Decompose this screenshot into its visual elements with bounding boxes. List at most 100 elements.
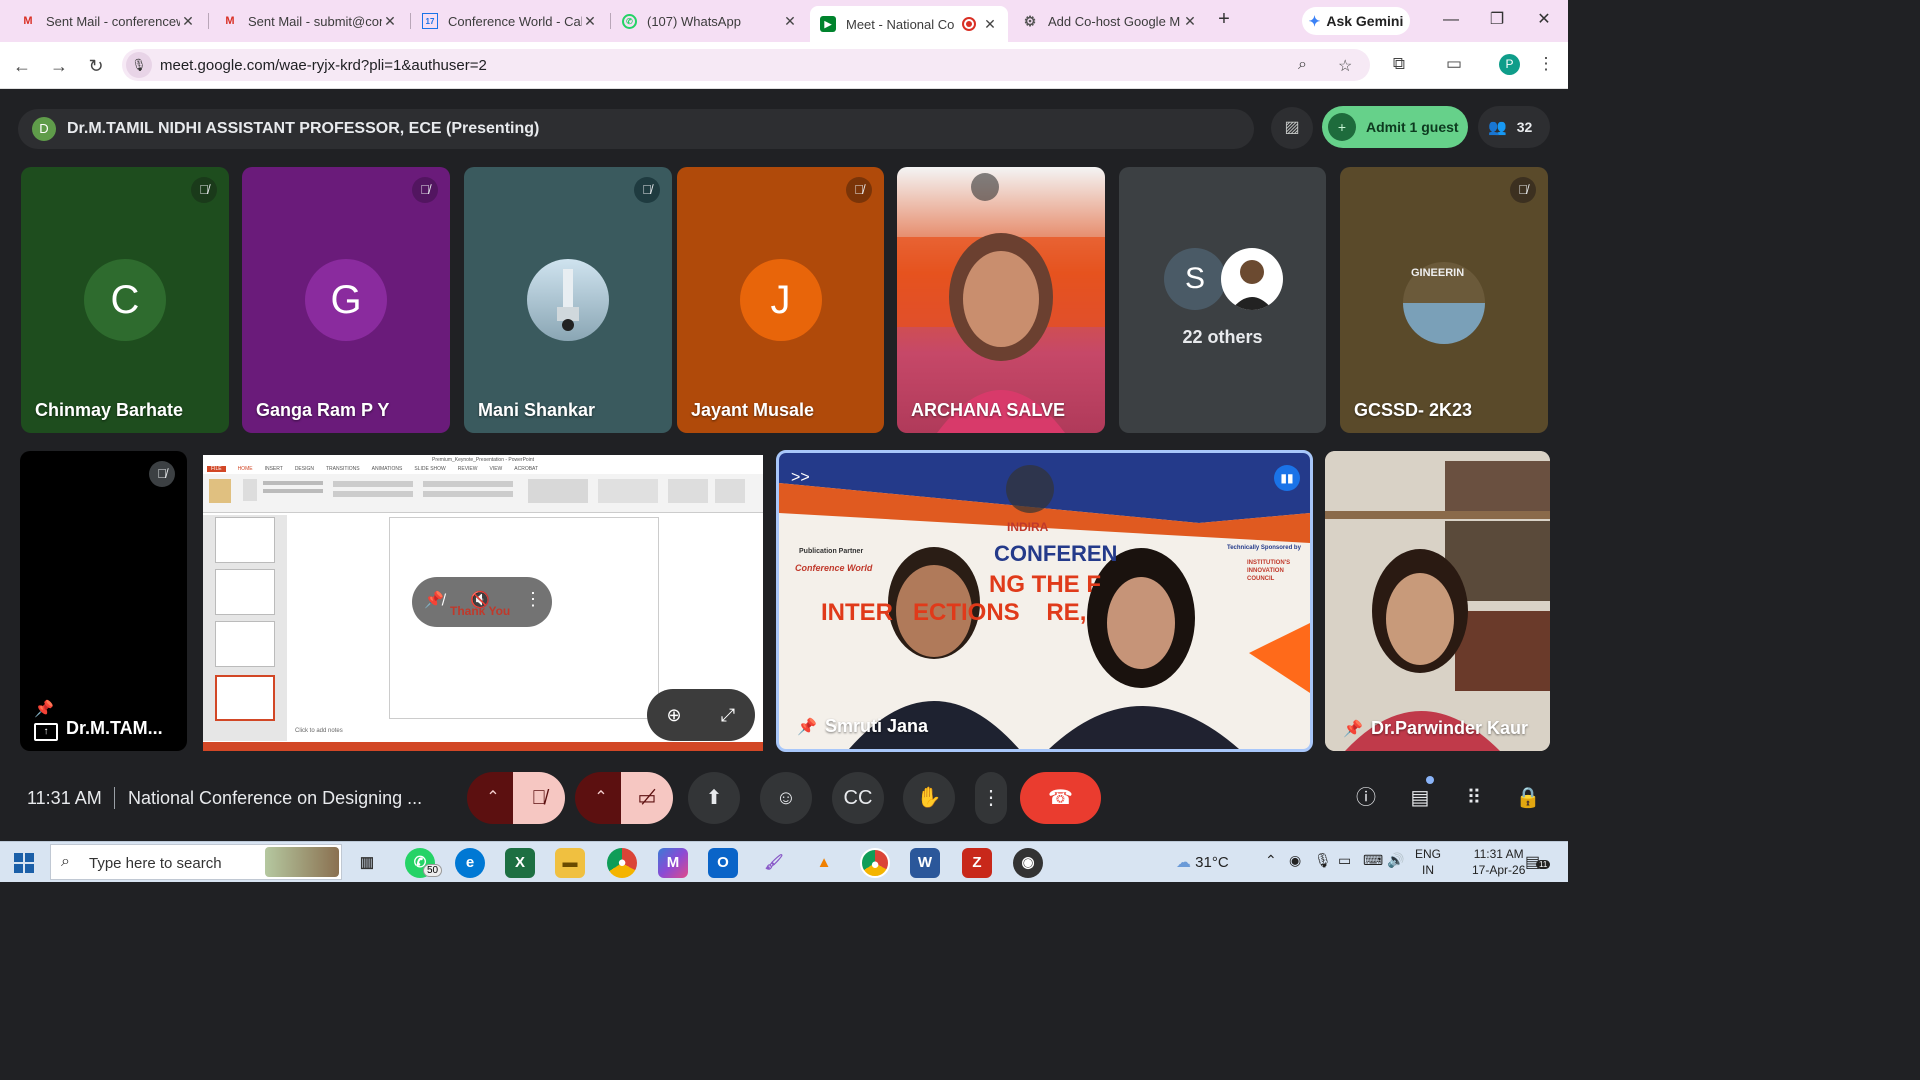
participant-tile[interactable]: 🎙̸ Mani Shankar bbox=[464, 167, 672, 433]
unpin-icon[interactable]: 📌̸ bbox=[424, 590, 444, 610]
audio-settings-button[interactable]: ⌃ bbox=[467, 772, 519, 824]
profile-avatar[interactable]: P bbox=[1499, 54, 1520, 75]
ask-gemini-button[interactable]: ✦ Ask Gemini bbox=[1302, 7, 1410, 35]
leave-call-button[interactable]: ☎ bbox=[1020, 772, 1101, 824]
taskbar-search[interactable]: ⌕ Type here to search bbox=[50, 844, 342, 880]
microphone-icon[interactable]: 🎙 bbox=[1314, 852, 1332, 869]
ribbon-tools bbox=[209, 479, 745, 503]
close-icon[interactable]: ✕ bbox=[180, 13, 196, 30]
language-indicator[interactable]: ENG IN bbox=[1415, 846, 1441, 878]
admit-guest-button[interactable]: + Admit 1 guest bbox=[1322, 106, 1468, 148]
participant-video-tile[interactable]: 📌 Dr.Parwinder Kaur bbox=[1325, 451, 1550, 751]
present-screen-button[interactable]: ⬆ bbox=[688, 772, 740, 824]
menu-icon[interactable]: ⋮ bbox=[1534, 54, 1558, 74]
more-options-button[interactable]: ⋮ bbox=[975, 772, 1007, 824]
tab-sent-mail-1[interactable]: M Sent Mail - conferencew ✕ bbox=[10, 6, 206, 36]
chat-icon[interactable]: ▤ bbox=[1405, 783, 1435, 813]
task-view-icon[interactable]: ▥ bbox=[352, 848, 382, 878]
fullscreen-icon[interactable]: ⤢ bbox=[714, 701, 742, 729]
tab-meet-active[interactable]: ▶ Meet - National Co ✕ bbox=[810, 6, 1008, 42]
participant-tile[interactable]: 🎙̸ GINEERIN GCSSD- 2K23 bbox=[1340, 167, 1548, 433]
site-info-icon[interactable]: 🎙 bbox=[126, 52, 152, 78]
volume-icon[interactable]: 🔊 bbox=[1387, 852, 1404, 869]
mute-audio-icon[interactable]: 🔇 bbox=[470, 590, 490, 610]
pin-icon[interactable]: 📌 bbox=[34, 699, 54, 719]
participant-tile[interactable]: 🎙̸ C Chinmay Barhate bbox=[21, 167, 229, 433]
hide-presentation-icon[interactable]: ▨ bbox=[1271, 107, 1313, 149]
cast-icon[interactable]: ▭ bbox=[1442, 54, 1466, 74]
chevron-up-icon[interactable]: ⌃ bbox=[1265, 852, 1277, 869]
close-icon[interactable]: ✕ bbox=[382, 13, 398, 30]
restore-button[interactable]: ❐ bbox=[1484, 8, 1510, 32]
close-icon[interactable]: ✕ bbox=[582, 13, 598, 30]
active-speaker-tile[interactable]: INDIRA CONFEREN NG THE F INTER ECTIONS R… bbox=[776, 450, 1313, 752]
participant-tile[interactable]: 🎙̸ J Jayant Musale bbox=[677, 167, 884, 433]
zoom-icon[interactable]: ⌕ bbox=[1298, 56, 1307, 74]
network-icon[interactable]: ⌨ bbox=[1363, 852, 1383, 869]
system-clock[interactable]: 11:31 AM 17-Apr-26 bbox=[1472, 846, 1525, 878]
expand-chevrons-icon[interactable]: >> bbox=[791, 469, 810, 487]
others-tile[interactable]: S 22 others bbox=[1119, 167, 1326, 433]
slide-thumbnail[interactable] bbox=[215, 569, 275, 615]
slide-thumbnails bbox=[203, 515, 287, 741]
pin-icon[interactable]: 📌 bbox=[1343, 719, 1363, 739]
vlc-icon[interactable]: ▲ bbox=[809, 848, 839, 878]
excel-icon[interactable]: X bbox=[505, 848, 535, 878]
presenter-tile[interactable]: 🎙̸ 📌 ↑ Dr.M.TAM... bbox=[20, 451, 187, 751]
tab-whatsapp[interactable]: ✆ (107) WhatsApp ✕ bbox=[612, 6, 808, 36]
avatar: G bbox=[305, 259, 387, 341]
close-icon[interactable]: ✕ bbox=[782, 13, 798, 30]
paint-icon[interactable]: 🖌 bbox=[759, 848, 789, 878]
participant-tile[interactable]: 🎙̸ G Ganga Ram P Y bbox=[242, 167, 450, 433]
slide-thumbnail[interactable] bbox=[215, 621, 275, 667]
chrome-profile-icon[interactable]: ● bbox=[860, 848, 890, 878]
windows-start-icon[interactable] bbox=[14, 853, 34, 873]
url-text[interactable]: meet.google.com/wae-ryjx-krd?pli=1&authu… bbox=[160, 57, 487, 74]
bookmark-star-icon[interactable]: ☆ bbox=[1338, 56, 1352, 76]
file-explorer-icon[interactable]: ▬ bbox=[555, 848, 585, 878]
pin-icon[interactable]: 📌 bbox=[797, 717, 817, 737]
battery-icon[interactable]: ▭ bbox=[1338, 852, 1351, 869]
more-options-icon[interactable]: ⋮ bbox=[524, 589, 542, 610]
reload-button[interactable]: ↻ bbox=[82, 52, 110, 80]
word-icon[interactable]: W bbox=[910, 848, 940, 878]
meeting-info-icon[interactable]: ⓘ bbox=[1351, 783, 1381, 813]
weather-widget[interactable]: ☁ 31°C bbox=[1176, 853, 1229, 871]
gmail-icon: M bbox=[225, 15, 235, 27]
presenter-banner[interactable]: D Dr.M.TAMIL NIDHI ASSISTANT PROFESSOR, … bbox=[18, 109, 1254, 149]
close-icon[interactable]: ✕ bbox=[1182, 13, 1198, 30]
slide-thumbnail[interactable] bbox=[215, 517, 275, 563]
mic-off-button[interactable]: 🎙̸ bbox=[513, 772, 565, 824]
emoji-reaction-button[interactable]: ☺ bbox=[760, 772, 812, 824]
edge-icon[interactable]: e bbox=[455, 848, 485, 878]
recorder-icon[interactable]: ◉ bbox=[1013, 848, 1043, 878]
new-tab-button[interactable]: + bbox=[1211, 7, 1237, 31]
tab-sent-mail-2[interactable]: M Sent Mail - submit@con ✕ bbox=[212, 6, 408, 36]
slide-thumbnail-selected[interactable] bbox=[215, 675, 275, 721]
m365-icon[interactable]: M bbox=[658, 848, 688, 878]
tab-add-cohost[interactable]: ⚙ Add Co-host Google M ✕ bbox=[1012, 6, 1208, 36]
outlook-icon[interactable]: O bbox=[708, 848, 738, 878]
back-button[interactable]: ← bbox=[8, 52, 36, 80]
host-controls-icon[interactable]: 🔒 bbox=[1513, 783, 1543, 813]
close-icon[interactable]: ✕ bbox=[982, 16, 998, 33]
filezilla-icon[interactable]: Z bbox=[962, 848, 992, 878]
minimize-button[interactable]: — bbox=[1438, 8, 1464, 32]
video-settings-button[interactable]: ⌃ bbox=[575, 772, 627, 824]
forward-button[interactable]: → bbox=[45, 52, 73, 80]
activities-icon[interactable]: ⠿ bbox=[1459, 783, 1489, 813]
close-window-button[interactable]: ✕ bbox=[1531, 8, 1557, 32]
record-icon[interactable]: ◉ bbox=[1289, 852, 1301, 869]
notifications-icon[interactable]: ▤ 11 bbox=[1525, 852, 1551, 872]
participants-button[interactable]: 👥 32 bbox=[1478, 106, 1550, 148]
zoom-in-icon[interactable]: ⊕ bbox=[660, 701, 688, 729]
chrome-icon[interactable]: ● bbox=[607, 848, 637, 878]
tab-calendar[interactable]: 17 Conference World - Cal ✕ bbox=[412, 6, 608, 36]
raise-hand-button[interactable]: ✋ bbox=[903, 772, 955, 824]
camera-off-button[interactable]: ▭̸ bbox=[621, 772, 673, 824]
omnibox[interactable]: 🎙 meet.google.com/wae-ryjx-krd?pli=1&aut… bbox=[122, 49, 1370, 81]
tab-label: (107) WhatsApp bbox=[647, 13, 741, 29]
extensions-icon[interactable]: ⧉ bbox=[1387, 54, 1411, 74]
participant-video-tile[interactable]: ARCHANA SALVE bbox=[897, 167, 1105, 433]
captions-button[interactable]: CC bbox=[832, 772, 884, 824]
